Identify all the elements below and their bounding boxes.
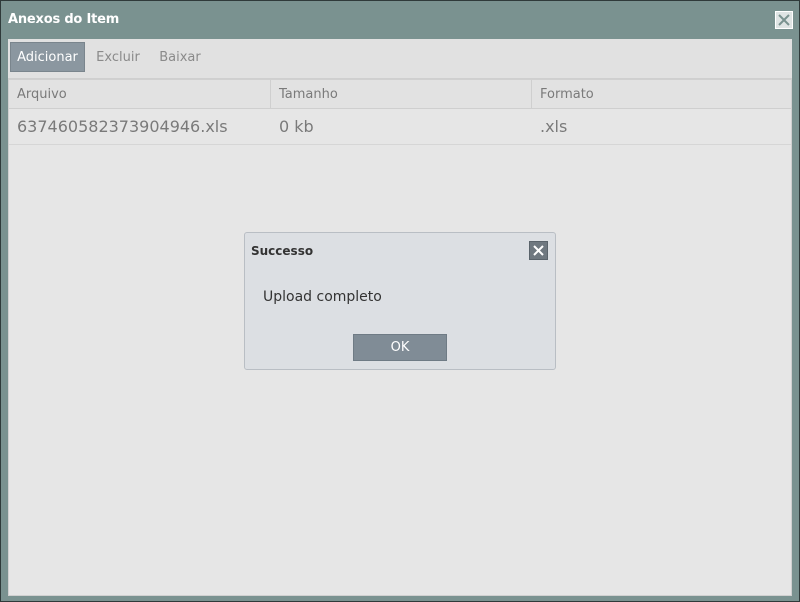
cell-format: .xls — [540, 117, 568, 136]
column-header-format[interactable]: Formato — [532, 80, 793, 108]
dialog-close-button[interactable] — [529, 241, 548, 260]
download-button[interactable]: Baixar — [156, 42, 204, 72]
toolbar: Adicionar Excluir Baixar — [8, 39, 792, 79]
success-dialog: Successo Upload completo OK — [244, 232, 556, 370]
dialog-message: Upload completo — [263, 289, 382, 305]
delete-button[interactable]: Excluir — [93, 42, 143, 72]
grid-header: Arquivo Tamanho Formato — [9, 80, 791, 109]
close-icon — [533, 245, 544, 256]
cell-file: 637460582373904946.xls — [17, 117, 228, 136]
column-header-size[interactable]: Tamanho — [271, 80, 532, 108]
window-close-button[interactable] — [775, 11, 793, 29]
table-row[interactable]: 637460582373904946.xls 0 kb .xls — [9, 109, 791, 145]
cell-size: 0 kb — [279, 117, 314, 136]
dialog-title: Successo — [251, 244, 314, 258]
ok-button[interactable]: OK — [353, 334, 447, 361]
close-icon — [778, 14, 790, 26]
column-header-file[interactable]: Arquivo — [9, 80, 271, 108]
window-title: Anexos do Item — [8, 12, 120, 27]
add-button[interactable]: Adicionar — [10, 42, 85, 72]
window-title-bar[interactable]: Anexos do Item — [1, 1, 799, 39]
